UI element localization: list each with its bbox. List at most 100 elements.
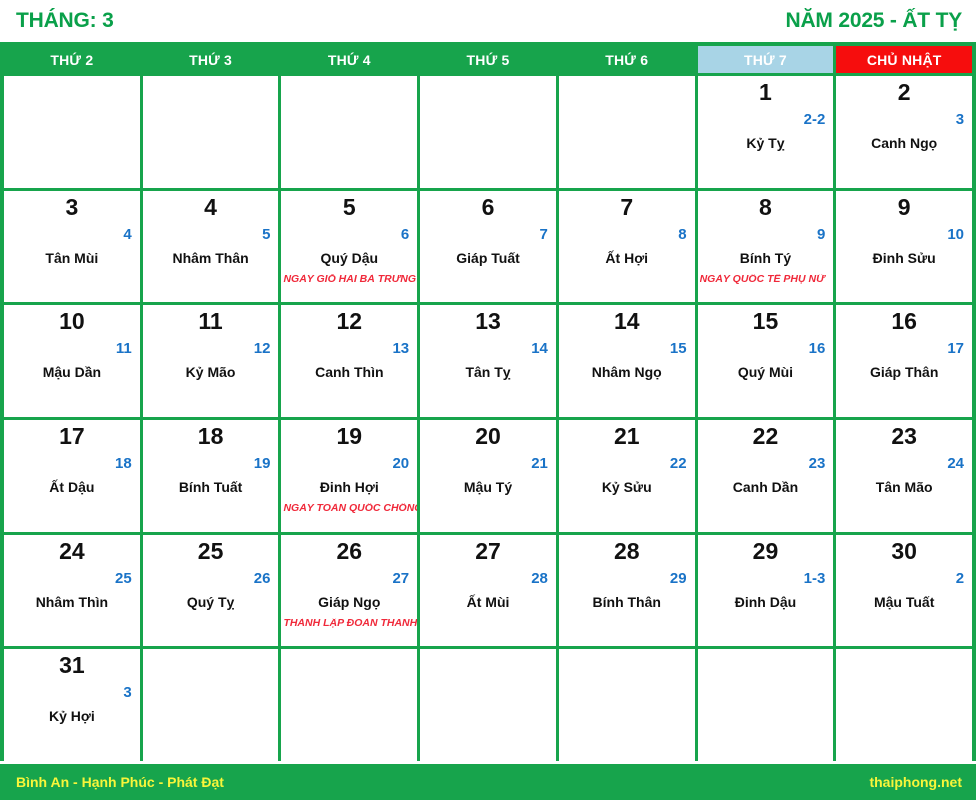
day-cell[interactable]: 29 1-3 Đinh Dậu	[697, 534, 834, 647]
day-cell[interactable]: 5 6 Quý Dậu NGÀY GIỖ HAI BÀ TRƯNG	[281, 190, 418, 303]
solar-day-number: 10	[59, 308, 85, 335]
lunar-day-number: 19	[253, 455, 271, 473]
can-chi-label: Canh Thìn	[315, 364, 384, 381]
can-chi-label: Bính Thân	[592, 593, 661, 610]
lunar-day-number: 1-3	[803, 569, 826, 587]
day-cell[interactable]: 11 12 Kỷ Mão	[142, 305, 279, 418]
lunar-day-number: 12	[253, 340, 271, 358]
calendar-title-bar: THÁNG: 3 NĂM 2025 - ẤT TỴ	[0, 0, 976, 42]
lunar-day-number: 7	[539, 225, 548, 243]
day-cell[interactable]: 6 7 Giáp Tuất	[420, 190, 556, 303]
lunar-day-number: 23	[808, 455, 826, 473]
day-cell[interactable]: 27 28 Ất Mùi	[420, 534, 556, 647]
day-cell[interactable]: 3 4 Tân Mùi	[4, 190, 140, 303]
solar-day-number: 22	[752, 423, 779, 450]
solar-day-number: 15	[752, 308, 779, 335]
day-cell-empty	[281, 649, 418, 762]
lunar-day-number: 21	[531, 455, 548, 473]
weekday-header-7: CHỦ NHẬT	[836, 46, 973, 73]
week-row: 31 3 Kỷ Hợi	[4, 649, 973, 762]
can-chi-label: Đinh Sửu	[872, 249, 936, 266]
lunar-day-number: 6	[400, 225, 410, 243]
day-cell[interactable]: 4 5 Nhâm Thân	[142, 190, 279, 303]
solar-day-number: 3	[65, 193, 79, 220]
day-cell[interactable]: 9 10 Đinh Sửu	[836, 190, 973, 303]
calendar-footer: Bình An - Hạnh Phúc - Phát Đạt thaiphong…	[0, 764, 976, 800]
lunar-day-number: 16	[808, 340, 826, 358]
solar-day-number: 27	[475, 537, 501, 564]
day-cell[interactable]: 21 22 Kỷ Sửu	[558, 420, 695, 532]
weekday-header-1: THỨ 2	[4, 46, 140, 73]
lunar-day-number: 14	[531, 340, 548, 358]
calendar-week-rows: 1 2-2 Kỷ Tỵ 2 3 Canh Ngọ 3 4 Tân Mùi 4 5 Nhâm Thân 5…	[4, 76, 973, 762]
lunar-day-number: 4	[123, 225, 132, 243]
lunar-day-number: 22	[669, 455, 687, 473]
can-chi-label: Bính Tuất	[178, 479, 243, 496]
week-row: 17 18 Ất Dậu 18 19 Bính Tuất 19 20 Đinh Hợi NGÀY …	[4, 420, 973, 532]
day-cell[interactable]: 15 16 Quý Mùi	[697, 305, 834, 418]
solar-day-number: 12	[336, 308, 363, 335]
solar-day-number: 1	[759, 79, 772, 105]
can-chi-label: Mậu Tuất	[873, 593, 935, 610]
day-cell[interactable]: 13 14 Tân Tỵ	[420, 305, 556, 418]
day-cell[interactable]: 31 3 Kỷ Hợi	[4, 649, 140, 762]
lunar-day-number: 17	[947, 340, 965, 358]
can-chi-label: Nhâm Ngọ	[591, 364, 662, 381]
can-chi-label: Tân Mão	[875, 479, 933, 496]
day-cell[interactable]: 14 15 Nhâm Ngọ	[558, 305, 695, 418]
weekday-header-3: THỨ 4	[281, 46, 418, 73]
month-title: THÁNG: 3	[16, 9, 114, 32]
day-cell[interactable]: 24 25 Nhâm Thìn	[4, 534, 140, 647]
day-cell[interactable]: 25 26 Quý Tỵ	[142, 534, 279, 647]
day-cell[interactable]: 2 3 Canh Ngọ	[836, 76, 973, 188]
lunar-day-number: 9	[816, 225, 826, 243]
lunar-day-number: 5	[262, 225, 271, 243]
day-cell[interactable]: 8 9 Bính Tý NGÀY QUỐC TẾ PHỤ NỮ	[697, 190, 834, 303]
day-cell[interactable]: 19 20 Đinh Hợi NGÀY TOÀN QUỐC CHỐNG LAO	[281, 420, 418, 532]
day-cell[interactable]: 18 19 Bính Tuất	[142, 420, 279, 532]
can-chi-label: Kỷ Mão	[185, 364, 236, 381]
footer-website[interactable]: thaiphong.net	[869, 774, 962, 790]
day-cell[interactable]: 23 24 Tân Mão	[836, 420, 973, 532]
lunar-day-number: 10	[947, 225, 965, 243]
lunar-day-number: 2-2	[803, 111, 826, 128]
can-chi-label: Quý Mùi	[737, 364, 794, 381]
day-cell[interactable]: 16 17 Giáp Thân	[836, 305, 973, 418]
holiday-event-label: NGÀY GIỖ HAI BÀ TRƯNG	[283, 273, 416, 285]
day-cell[interactable]: 30 2 Mậu Tuất	[836, 534, 973, 647]
solar-day-number: 23	[891, 423, 917, 450]
day-cell[interactable]: 20 21 Mậu Tý	[420, 420, 556, 532]
day-cell-empty	[697, 649, 834, 762]
lunar-day-number: 3	[955, 111, 965, 128]
week-row: 10 11 Mậu Dần 11 12 Kỷ Mão 12 13 Canh Thìn 13 14 Tâ…	[4, 305, 973, 418]
lunar-day-number: 28	[531, 569, 548, 587]
can-chi-label: Mậu Tý	[463, 479, 513, 496]
can-chi-label: Ất Mùi	[466, 593, 510, 610]
day-cell[interactable]: 10 11 Mậu Dần	[4, 305, 140, 418]
day-cell[interactable]: 7 8 Ất Hợi	[558, 190, 695, 303]
day-cell-empty	[420, 76, 556, 188]
day-cell[interactable]: 1 2-2 Kỷ Tỵ	[697, 76, 834, 188]
day-cell-empty	[4, 76, 140, 188]
can-chi-label: Nhâm Thân	[172, 249, 249, 266]
solar-day-number: 30	[891, 537, 917, 564]
week-row: 3 4 Tân Mùi 4 5 Nhâm Thân 5 6 Quý Dậu NGÀY GIỖ HA…	[4, 190, 973, 303]
lunar-day-number: 20	[392, 455, 410, 473]
solar-day-number: 7	[620, 193, 634, 220]
day-cell[interactable]: 26 27 Giáp Ngọ THÀNH LẬP ĐOÀN THANH NIÊN	[281, 534, 418, 647]
can-chi-label: Canh Ngọ	[871, 135, 938, 151]
weekday-header-row: THỨ 2 THỨ 3 THỨ 4 THỨ 5 THỨ 6 THỨ 7 CHỦ NHẬT	[4, 46, 973, 73]
day-cell[interactable]: 28 29 Bính Thân	[558, 534, 695, 647]
day-cell[interactable]: 17 18 Ất Dậu	[4, 420, 140, 532]
can-chi-label: Ất Hợi	[605, 249, 649, 266]
solar-day-number: 25	[197, 537, 224, 564]
day-cell[interactable]: 22 23 Canh Dần	[697, 420, 834, 532]
solar-day-number: 26	[336, 537, 363, 564]
calendar-page: THÁNG: 3 NĂM 2025 - ẤT TỴ THỨ 2 THỨ 3 THỨ …	[0, 0, 976, 800]
day-cell[interactable]: 12 13 Canh Thìn	[281, 305, 418, 418]
solar-day-number: 29	[752, 537, 779, 564]
day-cell-empty	[142, 649, 279, 762]
lunar-day-number: 8	[678, 225, 687, 243]
day-cell-empty	[281, 76, 418, 188]
can-chi-label: Kỷ Hợi	[48, 708, 95, 725]
